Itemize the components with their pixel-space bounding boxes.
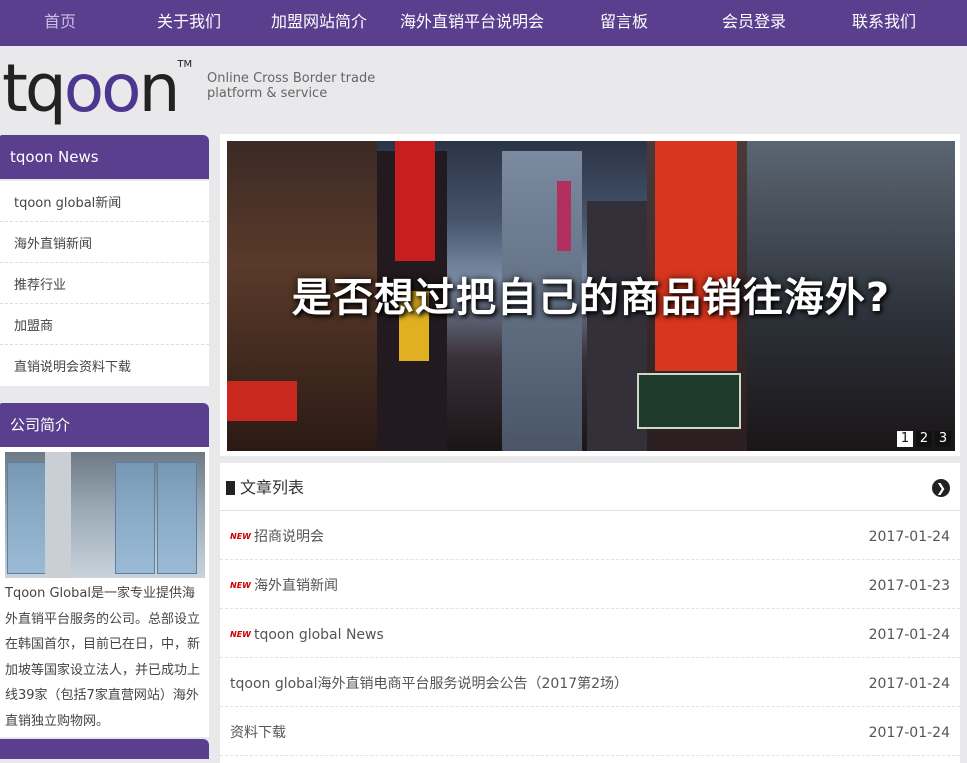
nav-franchise[interactable]: 加盟网站简介 bbox=[271, 0, 367, 46]
company-description: Tqoon Global是一家专业提供海外直销平台服务的公司。总部设立在韩国首尔… bbox=[5, 586, 201, 729]
article-title[interactable]: 资料下载 bbox=[230, 725, 286, 741]
article-title[interactable]: 招商说明会 bbox=[254, 529, 324, 545]
news-category-list: tqoon global新闻 海外直销新闻 推荐行业 加盟商 直销说明会资料下载 bbox=[0, 181, 209, 386]
new-badge-icon: NEW bbox=[230, 532, 251, 541]
company-panel-title: 公司简介 bbox=[0, 403, 209, 447]
article-title[interactable]: tqoon global海外直销电商平台服务说明会公告（2017第2场） bbox=[230, 676, 628, 692]
square-bullet-icon bbox=[226, 481, 235, 495]
news-panel-title: tqoon News bbox=[0, 135, 209, 179]
nav-seminar[interactable]: 海外直销平台说明会 bbox=[400, 0, 544, 46]
neon-sign bbox=[227, 381, 297, 421]
article-date: 2017-01-24 bbox=[868, 676, 950, 692]
article-title[interactable]: tqoon global News bbox=[254, 627, 384, 643]
banner-slideshow[interactable]: 是否想过把自己的商品销往海外? 1 2 3 bbox=[227, 141, 955, 451]
pillar bbox=[45, 452, 71, 578]
neon-sign bbox=[395, 141, 435, 261]
company-intro-box: Tqoon Global是一家专业提供海外直销平台服务的公司。总部设立在韩国首尔… bbox=[0, 447, 209, 737]
news-category-item[interactable]: tqoon global新闻 bbox=[0, 181, 209, 222]
neon-sign bbox=[655, 141, 737, 371]
news-category-item[interactable]: 加盟商 bbox=[0, 304, 209, 345]
office-photo bbox=[5, 452, 205, 578]
slide-dot-2[interactable]: 2 bbox=[916, 431, 932, 447]
tqoon-logo[interactable]: tqoonTM bbox=[2, 54, 192, 124]
next-panel-title bbox=[0, 739, 209, 759]
slide-dot-1[interactable]: 1 bbox=[897, 431, 913, 447]
neon-sign bbox=[557, 181, 571, 251]
article-row[interactable]: NEW 海外直销新闻 2017-01-23 bbox=[220, 560, 960, 609]
article-row[interactable]: NEW tqoon global News 2017-01-24 bbox=[220, 609, 960, 658]
news-category-item[interactable]: 推荐行业 bbox=[0, 263, 209, 304]
article-row[interactable]: tqoon global海外直销电商平台服务说明会公告（2017第2场） 201… bbox=[220, 658, 960, 707]
article-list-title: 文章列表 bbox=[240, 478, 305, 497]
slide-dot-3[interactable]: 3 bbox=[935, 431, 951, 447]
article-row[interactable]: 资料下载 2017-01-24 bbox=[220, 707, 960, 756]
news-category-item[interactable]: 直销说明会资料下载 bbox=[0, 345, 209, 386]
article-list-header: 文章列表 ❯ bbox=[220, 463, 960, 511]
article-date: 2017-01-24 bbox=[868, 627, 950, 643]
slide-pagination: 1 2 3 bbox=[897, 431, 951, 447]
nav-guestbook[interactable]: 留言板 bbox=[600, 0, 648, 46]
glass-panel bbox=[7, 462, 47, 574]
glass-panel bbox=[157, 462, 197, 574]
glass-panel bbox=[115, 462, 155, 574]
article-list-panel: 文章列表 ❯ NEW 招商说明会 2017-01-24 NEW 海外直销新闻 201… bbox=[220, 463, 960, 763]
nav-contact[interactable]: 联系我们 bbox=[852, 0, 916, 46]
article-date: 2017-01-24 bbox=[868, 529, 950, 545]
nav-member-login[interactable]: 会员登录 bbox=[722, 0, 786, 46]
new-badge-icon: NEW bbox=[230, 581, 251, 590]
top-nav: 首页 关于我们 加盟网站简介 海外直销平台说明会 留言板 会员登录 联系我们 bbox=[0, 0, 967, 46]
neon-sign bbox=[637, 373, 741, 429]
nav-home[interactable]: 首页 bbox=[44, 0, 76, 46]
nav-about[interactable]: 关于我们 bbox=[157, 0, 221, 46]
article-date: 2017-01-23 bbox=[868, 578, 950, 594]
news-category-item[interactable]: 海外直销新闻 bbox=[0, 222, 209, 263]
article-date: 2017-01-24 bbox=[868, 725, 950, 741]
banner-headline: 是否想过把自己的商品销往海外? bbox=[291, 275, 891, 321]
article-title[interactable]: 海外直销新闻 bbox=[254, 578, 338, 594]
new-badge-icon: NEW bbox=[230, 630, 251, 639]
chevron-right-icon[interactable]: ❯ bbox=[932, 479, 950, 497]
article-row[interactable]: NEW 招商说明会 2017-01-24 bbox=[220, 511, 960, 560]
tagline: Online Cross Border trade platform & ser… bbox=[207, 71, 376, 101]
